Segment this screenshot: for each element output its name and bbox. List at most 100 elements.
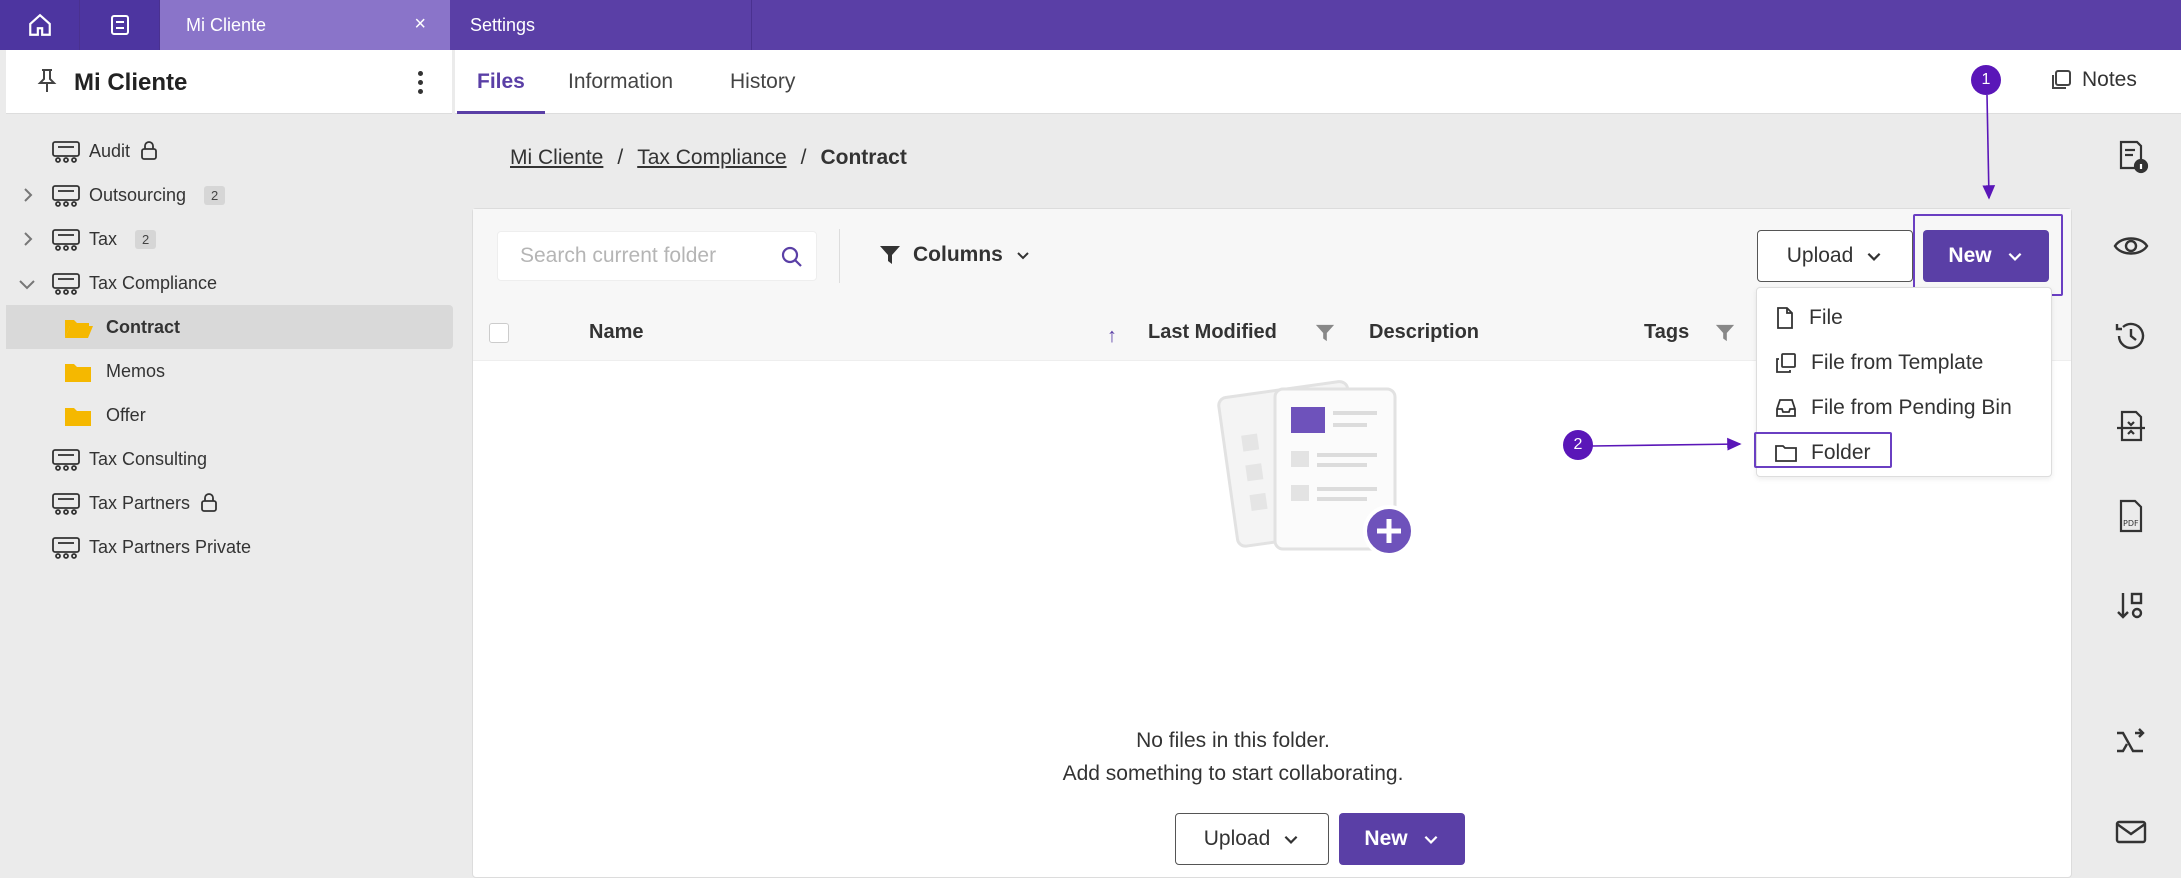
empty-folder-illustration [1217, 380, 1415, 557]
breadcrumb: Mi Cliente / Tax Compliance / Contract [510, 146, 907, 170]
filter-icon[interactable] [1315, 323, 1335, 349]
breadcrumb-link[interactable]: Mi Cliente [510, 146, 603, 170]
columns-button[interactable]: Columns [879, 243, 1031, 267]
sidebar-item-tax[interactable]: Tax 2 [6, 217, 452, 261]
menu-item-label: File from Pending Bin [1811, 396, 2012, 419]
chevron-right-icon[interactable] [20, 230, 36, 253]
chevron-down-icon [1867, 252, 1881, 261]
sidebar-item-contract[interactable]: Contract [6, 305, 453, 349]
sidebar-item-tax-partners[interactable]: Tax Partners [6, 481, 452, 525]
right-icon-rail: PDF [2071, 114, 2181, 878]
count-badge: 2 [204, 186, 226, 205]
menu-item-label: File from Template [1811, 351, 1984, 374]
menu-item-folder[interactable]: Folder [1775, 435, 1871, 471]
notes-button[interactable]: Notes [2050, 68, 2137, 92]
tree-item-label: Tax Partners [89, 493, 191, 513]
new-dropdown-menu: File File from Template File from Pendin… [1756, 287, 2052, 477]
copy-icon [1776, 353, 1796, 373]
tree-item-label: Audit [89, 141, 131, 161]
team-icon [52, 449, 80, 476]
compress-file-icon[interactable] [2111, 406, 2151, 446]
lock-icon [140, 140, 158, 165]
column-header-description[interactable]: Description [1369, 321, 1479, 344]
team-icon [52, 493, 80, 520]
folder-outline-icon [1775, 445, 1797, 462]
folder-icon [64, 405, 92, 432]
tab-history[interactable]: History [730, 50, 795, 114]
save-button[interactable] [80, 0, 160, 50]
team-icon [52, 537, 80, 564]
tree-item-label: Tax [89, 229, 118, 249]
lock-icon [200, 492, 218, 517]
empty-new-button[interactable]: New [1339, 813, 1465, 865]
top-tab-bar: Mi Cliente × Settings [0, 0, 2181, 50]
tree-item-label: Memos [106, 361, 166, 381]
pdf-icon[interactable]: PDF [2111, 496, 2151, 536]
chevron-right-icon[interactable] [20, 186, 36, 209]
sort-ascending-icon[interactable]: ↑ [1107, 325, 1117, 348]
menu-item-file[interactable]: File [1775, 300, 1843, 336]
divider [839, 229, 840, 283]
search-input[interactable] [498, 232, 768, 280]
upload-button[interactable]: Upload [1757, 230, 1913, 282]
team-icon [52, 185, 80, 212]
sidebar-item-memos[interactable]: Memos [6, 349, 452, 393]
tree-item-label: Outsourcing [89, 185, 187, 205]
column-header-tags[interactable]: Tags [1644, 321, 1689, 344]
new-button[interactable]: New [1923, 230, 2049, 282]
tab-mi-cliente[interactable]: Mi Cliente × [160, 0, 450, 50]
team-icon [52, 229, 80, 256]
menu-item-file-from-template[interactable]: File from Template [1775, 345, 1983, 381]
annotation-step-1: 1 [1971, 65, 2001, 95]
search-icon[interactable] [780, 245, 804, 274]
mail-icon[interactable] [2111, 812, 2151, 852]
history-icon[interactable] [2111, 316, 2151, 356]
sidebar-item-tax-compliance[interactable]: Tax Compliance [6, 261, 452, 305]
close-icon[interactable]: × [414, 13, 426, 36]
client-header: Mi Cliente [6, 50, 452, 114]
sidebar-item-tax-partners-private[interactable]: Tax Partners Private [6, 525, 452, 569]
filter-icon[interactable] [1715, 323, 1735, 349]
tree-item-label: Tax Partners Private [89, 537, 252, 557]
tree-item-label: Tax Consulting [89, 449, 208, 469]
menu-item-file-from-pending-bin[interactable]: File from Pending Bin [1775, 390, 2012, 426]
home-button[interactable] [0, 0, 80, 50]
sort-icon[interactable] [2111, 586, 2151, 626]
sidebar-item-outsourcing[interactable]: Outsourcing 2 [6, 173, 452, 217]
folder-open-icon [64, 317, 94, 344]
tab-files[interactable]: Files [457, 50, 545, 114]
chevron-down-icon [2008, 252, 2022, 261]
chevron-down-icon [1017, 252, 1029, 260]
merge-icon[interactable] [2111, 722, 2151, 762]
tab-label: Mi Cliente [186, 14, 267, 35]
files-panel: Columns Upload New Name ↑ Last Modified … [472, 208, 2072, 878]
tab-information[interactable]: Information [568, 50, 673, 114]
file-icon [1777, 307, 1793, 329]
svg-text:PDF: PDF [2123, 519, 2139, 528]
breadcrumb-link[interactable]: Tax Compliance [637, 146, 786, 170]
eye-icon[interactable] [2111, 226, 2151, 266]
empty-upload-button[interactable]: Upload [1175, 813, 1329, 865]
column-header-last-modified[interactable]: Last Modified [1148, 321, 1277, 344]
select-all-checkbox[interactable] [489, 323, 509, 343]
search-box [497, 231, 817, 281]
sidebar-item-offer[interactable]: Offer [6, 393, 452, 437]
column-header-name[interactable]: Name [589, 321, 643, 344]
tab-settings[interactable]: Settings [450, 0, 752, 50]
tree-item-label: Contract [106, 317, 181, 337]
save-icon [110, 15, 129, 35]
sidebar-item-tax-consulting[interactable]: Tax Consulting [6, 437, 452, 481]
menu-item-label: Folder [1811, 441, 1871, 464]
empty-message: No files in this folder. [1136, 729, 1330, 752]
more-options-icon[interactable] [408, 66, 432, 98]
notes-icon [2052, 70, 2071, 89]
filter-icon [880, 246, 900, 264]
empty-hint: Add something to start collaborating. [1062, 762, 1404, 785]
new-label: New [1364, 827, 1408, 850]
notes-label: Notes [2082, 68, 2137, 91]
pin-icon[interactable] [36, 68, 58, 99]
chevron-down-icon[interactable] [18, 276, 36, 297]
sidebar-item-audit[interactable]: Audit [6, 129, 452, 173]
file-info-icon[interactable] [2111, 136, 2151, 176]
count-badge: 2 [135, 230, 157, 249]
